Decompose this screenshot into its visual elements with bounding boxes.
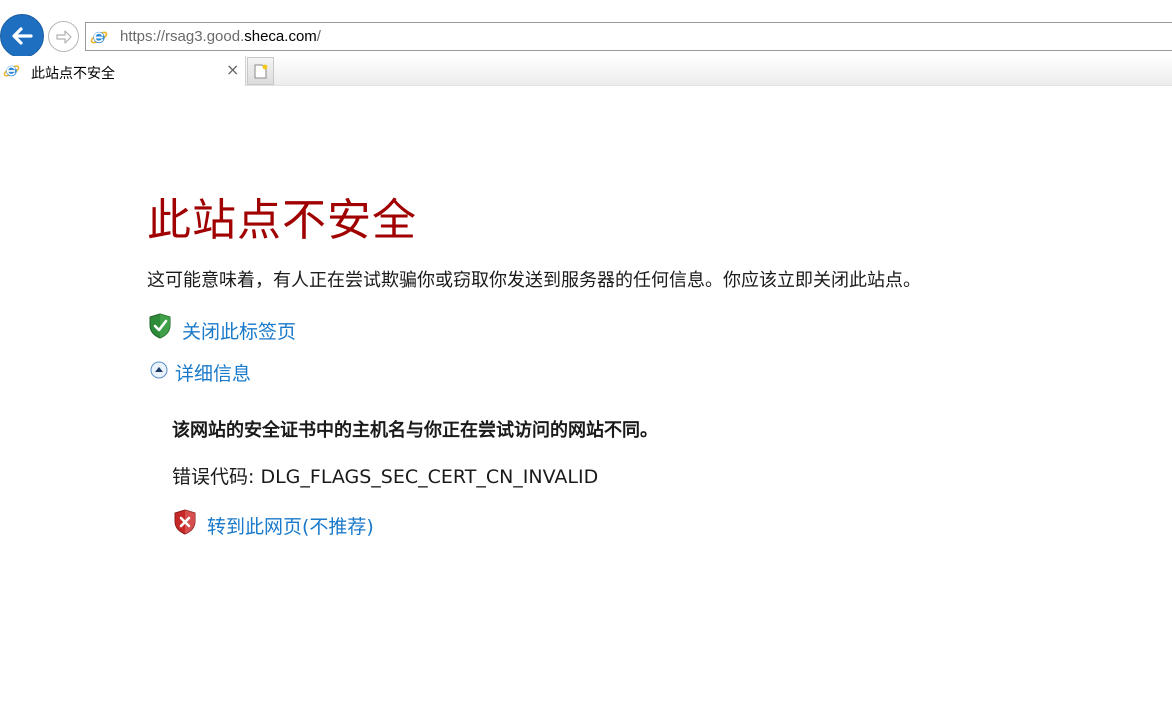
shield-check-icon [149, 313, 171, 339]
error-code-value: DLG_FLAGS_SEC_CERT_CN_INVALID [260, 466, 599, 488]
details-panel: 该网站的安全证书中的主机名与你正在尝试访问的网站不同。 错误代码: DLG_FL… [172, 416, 658, 538]
new-tab-button[interactable] [247, 57, 274, 85]
new-tab-icon [254, 64, 267, 78]
forward-button[interactable] [48, 21, 79, 52]
shield-x-icon [174, 509, 196, 535]
page-title: 此站点不安全 [147, 195, 417, 246]
tab-close-icon[interactable]: × [226, 61, 239, 79]
warning-description: 这可能意味着，有人正在尝试欺骗你或窃取你发送到服务器的任何信息。你应该立即关闭此… [147, 270, 921, 291]
details-summary: 该网站的安全证书中的主机名与你正在尝试访问的网站不同。 [172, 420, 658, 441]
proceed-unsafe-link[interactable]: 转到此网页(不推荐) [207, 512, 374, 539]
close-tab-link[interactable]: 关闭此标签页 [182, 317, 296, 344]
browser-chrome: https://rsag3.good.sheca.com/ 此站点不安全 × [0, 0, 1172, 86]
tab-bar: 此站点不安全 × [0, 56, 1172, 86]
url-domain: sheca.com [244, 28, 317, 45]
tab-active[interactable]: 此站点不安全 × [0, 56, 246, 86]
url-suffix: / [316, 28, 321, 45]
url-prefix: https://rsag3.good. [120, 28, 245, 45]
ie-logo-icon [90, 31, 108, 44]
error-code-line: 错误代码: DLG_FLAGS_SEC_CERT_CN_INVALID [172, 462, 598, 489]
collapse-circle-icon[interactable] [150, 361, 168, 379]
error-code-label: 错误代码: [172, 466, 261, 488]
ie-logo-icon [3, 65, 20, 77]
tab-title: 此站点不安全 [31, 66, 115, 82]
address-bar[interactable]: https://rsag3.good.sheca.com/ [85, 22, 1172, 51]
navigation-bar: https://rsag3.good.sheca.com/ [0, 14, 1172, 60]
back-arrow-icon [12, 27, 33, 45]
address-url[interactable]: https://rsag3.good.sheca.com/ [120, 28, 321, 45]
details-link[interactable]: 详细信息 [175, 359, 251, 386]
forward-arrow-icon [55, 29, 72, 44]
back-button[interactable] [0, 14, 44, 58]
